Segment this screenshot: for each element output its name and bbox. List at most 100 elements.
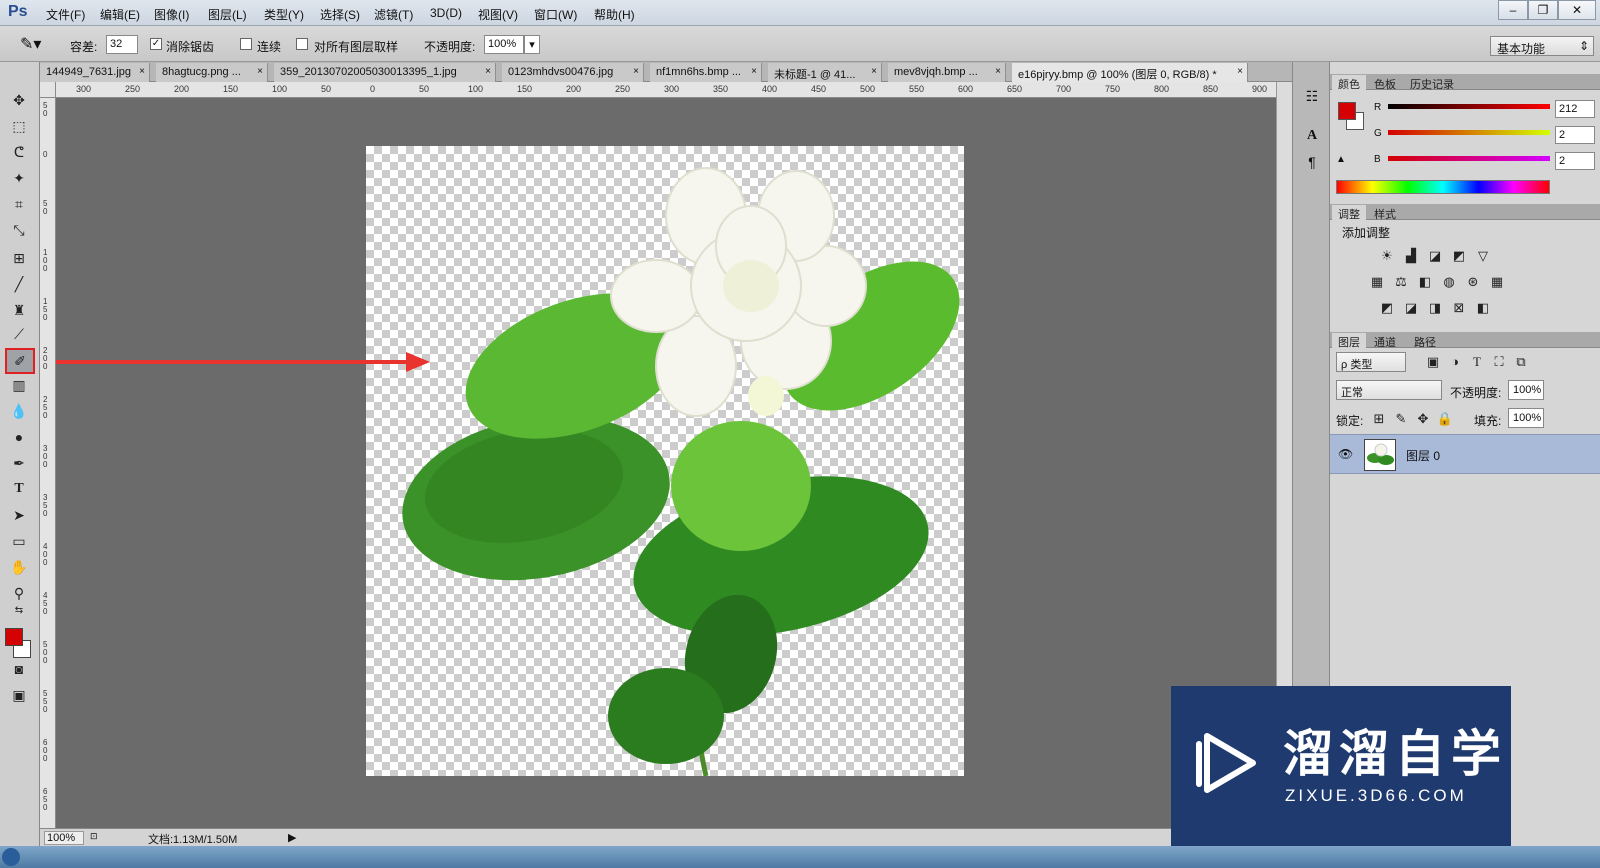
doc-tab[interactable]: 未标题-1 @ 41... × — [768, 63, 882, 82]
tolerance-input[interactable]: 32 — [106, 35, 138, 54]
history-brush-tool-icon[interactable]: ⟋ — [6, 323, 32, 345]
workspace-dropdown[interactable]: 基本功能 ⇕ — [1490, 36, 1594, 56]
filter-shape-icon[interactable]: ⛶ — [1490, 354, 1508, 370]
opacity-input[interactable]: 100% — [484, 35, 524, 54]
red-slider[interactable] — [1388, 104, 1550, 109]
layer-name[interactable]: 图层 0 — [1406, 447, 1440, 464]
sample-all-layers-checkbox[interactable] — [296, 38, 308, 50]
posterize-icon[interactable]: ◪ — [1402, 300, 1420, 316]
zoom-tool-icon[interactable]: ⚲ — [6, 582, 32, 604]
layer-filter-dropdown[interactable]: ρ 类型 — [1336, 352, 1406, 372]
menu-view[interactable]: 视图(V) — [478, 6, 518, 23]
blue-value-input[interactable]: 2 — [1555, 152, 1595, 170]
brush-tool-icon[interactable]: ╱ — [6, 273, 32, 295]
tab-history[interactable]: 历史记录 — [1404, 75, 1460, 91]
rectangle-tool-icon[interactable]: ▭ — [6, 530, 32, 552]
filter-type-icon[interactable]: T — [1468, 354, 1486, 370]
dodge-tool-icon[interactable]: ● — [6, 426, 32, 448]
filter-pixel-icon[interactable]: ▣ — [1424, 354, 1442, 370]
green-value-input[interactable]: 2 — [1555, 126, 1595, 144]
curves-icon[interactable]: ◪ — [1426, 248, 1444, 264]
close-icon[interactable]: × — [871, 66, 877, 77]
document-window[interactable] — [56, 98, 1276, 828]
menu-3d[interactable]: 3D(D) — [430, 6, 462, 20]
contiguous-checkbox[interactable] — [240, 38, 252, 50]
screen-mode-icon[interactable]: ▣ — [6, 684, 32, 706]
vibrance-icon[interactable]: ▽ — [1474, 248, 1492, 264]
doc-tab[interactable]: 144949_7631.jpg × — [40, 63, 150, 82]
color-spectrum-bar[interactable] — [1336, 180, 1550, 194]
lock-position-icon[interactable]: ✥ — [1414, 411, 1432, 427]
levels-icon[interactable]: ▟ — [1402, 248, 1420, 264]
exposure-icon[interactable]: ◩ — [1450, 248, 1468, 264]
doc-tab-active[interactable]: e16pjryy.bmp @ 100% (图层 0, RGB/8) * × — [1012, 63, 1248, 82]
gamut-warning-icon[interactable]: ▲ — [1336, 154, 1346, 165]
status-preview-icon[interactable]: ⊡ — [90, 831, 98, 842]
hand-tool-icon[interactable]: ✋ — [6, 556, 32, 578]
pen-tool-icon[interactable]: ✒ — [6, 452, 32, 474]
tab-color[interactable]: 颜色 — [1332, 75, 1366, 91]
filter-smart-object-icon[interactable]: ⧉ — [1512, 354, 1530, 370]
tab-styles[interactable]: 样式 — [1368, 205, 1402, 221]
channel-mixer-icon[interactable]: ⊛ — [1464, 274, 1482, 290]
healing-brush-tool-icon[interactable]: ⊞ — [6, 247, 32, 269]
lock-pixels-icon[interactable]: ✎ — [1392, 411, 1410, 427]
move-tool-icon[interactable]: ✥ — [6, 89, 32, 111]
type-tool-icon[interactable]: T — [6, 478, 32, 500]
stamp-tool-icon[interactable]: ♜ — [6, 299, 32, 321]
close-icon[interactable]: × — [633, 66, 639, 77]
gradient-tool-icon[interactable]: ▥ — [6, 374, 32, 396]
foreground-color-swatch[interactable] — [5, 628, 23, 646]
red-value-input[interactable]: 212 — [1555, 100, 1595, 118]
minimize-button[interactable]: – — [1498, 0, 1528, 20]
gradient-map-icon[interactable]: ◧ — [1474, 300, 1492, 316]
tab-adjustments[interactable]: 调整 — [1332, 205, 1366, 221]
doc-tab[interactable]: 0123mhdvs00476.jpg × — [502, 63, 644, 82]
zoom-level[interactable]: 100% — [44, 831, 84, 845]
eye-visibility-icon[interactable]: 👁 — [1338, 447, 1353, 461]
path-selection-tool-icon[interactable]: ➤ — [6, 504, 32, 526]
blur-tool-icon[interactable]: 💧 — [6, 400, 32, 422]
magic-wand-tool-icon[interactable]: ✦ — [6, 167, 32, 189]
tab-paths[interactable]: 路径 — [1408, 333, 1442, 349]
menu-layer[interactable]: 图层(L) — [208, 6, 247, 23]
menu-image[interactable]: 图像(I) — [154, 6, 189, 23]
ruler-origin[interactable] — [40, 82, 56, 98]
tab-channels[interactable]: 通道 — [1368, 333, 1402, 349]
black-white-icon[interactable]: ◧ — [1416, 274, 1434, 290]
paragraph-panel-icon[interactable]: ¶ — [1302, 152, 1322, 172]
blend-mode-dropdown[interactable]: 正常 — [1336, 380, 1442, 400]
crop-tool-icon[interactable]: ⌗ — [6, 193, 32, 215]
green-slider[interactable] — [1388, 130, 1550, 135]
close-icon[interactable]: × — [751, 66, 757, 77]
layer-row[interactable]: 👁 图层 0 — [1330, 434, 1600, 474]
doc-tab[interactable]: nf1mn6hs.bmp ... × — [650, 63, 762, 82]
close-icon[interactable]: × — [257, 66, 263, 77]
restore-button[interactable]: ❐ — [1528, 0, 1558, 20]
menu-filter[interactable]: 滤镜(T) — [374, 6, 413, 23]
quick-mask-icon[interactable]: ◙ — [6, 658, 32, 680]
filter-adjustment-icon[interactable]: ◑ — [1446, 354, 1464, 370]
eyedropper-tool-icon[interactable]: ⤡ — [6, 219, 32, 241]
photo-filter-icon[interactable]: ◍ — [1440, 274, 1458, 290]
swap-colors-icon[interactable]: ⇆ — [6, 604, 32, 618]
color-panel-foreground-swatch[interactable] — [1338, 102, 1356, 120]
doc-tab[interactable]: 8hagtucg.png ... × — [156, 63, 268, 82]
start-button[interactable] — [2, 848, 20, 866]
selective-color-icon[interactable]: ⊠ — [1450, 300, 1468, 316]
tab-layers[interactable]: 图层 — [1332, 333, 1366, 349]
menu-file[interactable]: 文件(F) — [46, 6, 85, 23]
doc-tab[interactable]: mev8vjqh.bmp ... × — [888, 63, 1006, 82]
menu-help[interactable]: 帮助(H) — [594, 6, 635, 23]
invert-icon[interactable]: ◩ — [1378, 300, 1396, 316]
color-balance-icon[interactable]: ⚖ — [1392, 274, 1410, 290]
antialias-checkbox[interactable]: ✓ — [150, 38, 162, 50]
document-canvas[interactable] — [366, 146, 964, 776]
doc-tab[interactable]: 359_20130702005030013395_1.jpg × — [274, 63, 496, 82]
menu-select[interactable]: 选择(S) — [320, 6, 360, 23]
status-menu-arrow-icon[interactable]: ▶ — [288, 831, 296, 844]
menu-edit[interactable]: 编辑(E) — [100, 6, 140, 23]
menu-window[interactable]: 窗口(W) — [534, 6, 577, 23]
marquee-tool-icon[interactable]: ⬚ — [6, 115, 32, 137]
hue-saturation-icon[interactable]: ▦ — [1368, 274, 1386, 290]
